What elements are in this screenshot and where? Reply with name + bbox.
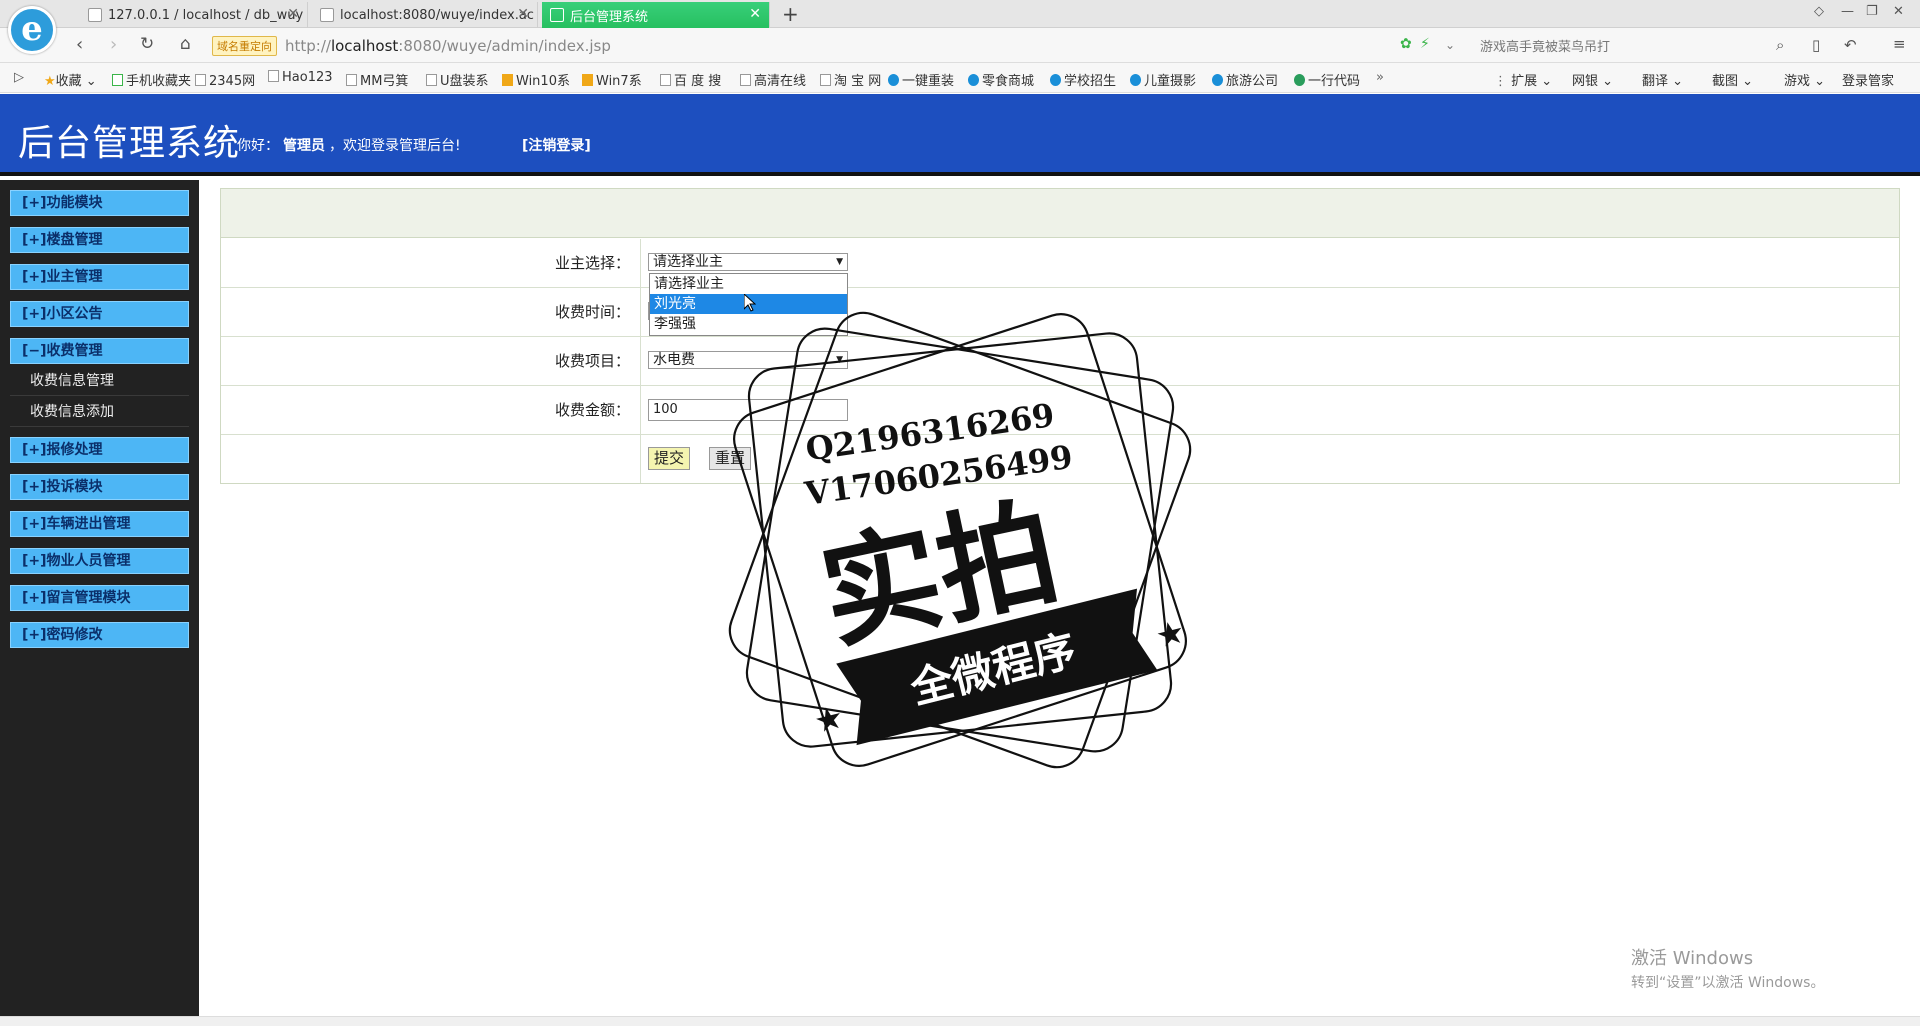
tab-label: 127.0.0.1 / localhost / db_wuy <box>108 7 304 23</box>
bookmark-item[interactable]: ★收藏 ⌄ <box>44 70 97 89</box>
sidebar-item-repairs[interactable]: [+]报修处理 <box>10 437 189 463</box>
close-icon[interactable]: ✕ <box>287 6 299 22</box>
bookmark-icon[interactable]: ▯ <box>1812 36 1820 54</box>
bookmark-item[interactable]: U盘装系 <box>426 70 489 89</box>
sidebar-item-buildings[interactable]: [+]楼盘管理 <box>10 227 189 253</box>
bookmark-item[interactable]: 淘 宝 网 <box>820 70 881 89</box>
redirect-badge: 域名重定向 <box>212 35 277 56</box>
bookmark-item[interactable]: Win7系 <box>582 70 642 89</box>
owner-option[interactable]: 请选择业主 <box>650 274 847 294</box>
tab-phpmyadmin[interactable]: 127.0.0.1 / localhost / db_wuy ✕ <box>80 2 308 28</box>
maximize-icon[interactable]: ❐ <box>1866 4 1878 19</box>
mouse-cursor-icon <box>744 294 756 312</box>
undo-icon[interactable]: ↶ <box>1844 36 1857 54</box>
secure-icon[interactable]: ✿ <box>1400 36 1412 52</box>
url-text: http://localhost:8080/wuye/admin/index.j… <box>285 36 611 55</box>
forward-icon[interactable]: › <box>110 34 117 55</box>
form-header <box>221 189 1899 238</box>
bookmark-item[interactable]: 手机收藏夹 <box>112 70 191 89</box>
logout-link[interactable]: [注销登录] <box>522 135 591 155</box>
buttons-label-cell <box>221 435 641 483</box>
watermark-title: 激活 Windows <box>1631 948 1754 969</box>
owner-label: 业主选择： <box>221 239 641 287</box>
skin-icon[interactable]: ◇ <box>1814 4 1824 19</box>
tab-localhost[interactable]: localhost:8080/wuye/index.ac ✕ <box>312 2 538 28</box>
tool-login-manager[interactable]: 登录管家 <box>1842 70 1894 89</box>
star-icon: ★ <box>1152 612 1189 656</box>
amount-label: 收费金额： <box>221 386 641 434</box>
tool-screenshot[interactable]: 截图 ⌄ <box>1712 70 1753 89</box>
sidebar-item-owners[interactable]: [+]业主管理 <box>10 264 189 290</box>
tab-label: 后台管理系统 <box>570 9 649 25</box>
bookmark-item[interactable]: MM弓箕 <box>346 70 408 89</box>
minimize-icon[interactable]: — <box>1841 4 1854 19</box>
back-icon[interactable]: ‹ <box>76 34 83 55</box>
item-label: 收费项目： <box>221 337 641 385</box>
sidebar-item-notices[interactable]: [+]小区公告 <box>10 301 189 327</box>
more-bookmarks-button[interactable]: » <box>1376 70 1384 85</box>
sidebar-subitem-fee-management[interactable]: 收费信息管理 <box>10 366 189 396</box>
bookmark-item[interactable]: Hao123 <box>268 70 333 85</box>
sidebar-item-password[interactable]: [+]密码修改 <box>10 622 189 648</box>
form-row-owner: 业主选择： 请选择业主 ▼ <box>221 239 1899 288</box>
page-icon <box>550 8 564 22</box>
menu-icon[interactable]: ≡ <box>1893 35 1906 53</box>
address-bar: ‹ › ↻ ⌂ 域名重定向 http://localhost:8080/wuye… <box>0 28 1920 63</box>
chevron-down-icon: ▼ <box>836 257 843 267</box>
sidebar-item-vehicles[interactable]: [+]车辆进出管理 <box>10 511 189 537</box>
tool-translate[interactable]: 翻译 ⌄ <box>1642 70 1683 89</box>
search-icon[interactable]: ⌕ <box>1776 36 1784 54</box>
browser-tab-strip: e 127.0.0.1 / localhost / db_wuy ✕ local… <box>0 0 1920 54</box>
home-icon[interactable]: ⌂ <box>180 34 191 54</box>
submit-button[interactable]: 提交 <box>648 447 691 470</box>
sidebar-item-fees[interactable]: [−]收费管理 <box>10 338 189 364</box>
activation-watermark: 激活 Windows 转到“设置”以激活 Windows。 <box>1631 944 1824 992</box>
bookmark-item[interactable]: 零食商城 <box>968 70 1034 89</box>
bookmark-item[interactable]: 高清在线 <box>740 70 806 89</box>
tool-extensions[interactable]: ⋮ 扩展 ⌄ <box>1494 70 1552 89</box>
bookmark-item[interactable]: 旅游公司 <box>1212 70 1278 89</box>
url-input[interactable]: 域名重定向 http://localhost:8080/wuye/admin/i… <box>212 33 1422 58</box>
close-icon[interactable]: ✕ <box>749 6 761 22</box>
sidebar-item-staff[interactable]: [+]物业人员管理 <box>10 548 189 574</box>
watermark-subtitle: 转到“设置”以激活 Windows。 <box>1631 975 1825 991</box>
sidebar-subitem-fee-add[interactable]: 收费信息添加 <box>10 397 189 427</box>
tab-label: localhost:8080/wuye/index.ac <box>340 7 534 23</box>
owner-select[interactable]: 请选择业主 ▼ <box>648 253 848 271</box>
reload-icon[interactable]: ↻ <box>140 34 154 54</box>
tab-admin[interactable]: 后台管理系统 ✕ <box>542 2 770 28</box>
bookmark-item[interactable]: 百 度 搜 <box>660 70 721 89</box>
expand-icon[interactable]: ▷ <box>14 70 24 85</box>
browser-logo-icon[interactable]: e <box>8 6 56 54</box>
site-title: 后台管理系统 <box>18 123 241 164</box>
new-tab-button[interactable]: + <box>782 2 799 26</box>
tool-bank[interactable]: 网银 ⌄ <box>1572 70 1613 89</box>
bookmark-item[interactable]: Win10系 <box>502 70 570 89</box>
tool-games[interactable]: 游戏 ⌄ <box>1784 70 1825 89</box>
window-close-icon[interactable]: ✕ <box>1893 4 1904 19</box>
bookmark-item[interactable]: 一行代码 <box>1294 70 1360 89</box>
search-input[interactable]: 游戏高手竟被菜鸟吊打 <box>1468 33 1798 58</box>
watermark-stamp: Q2196316269 V17060256499 实拍 全微程序 ★ ★ <box>728 311 1192 769</box>
bookmark-item[interactable]: 2345网 <box>195 70 255 89</box>
sidebar-item-complaints[interactable]: [+]投诉模块 <box>10 474 189 500</box>
sidebar-item-functions[interactable]: [+]功能模块 <box>10 190 189 216</box>
page-icon <box>320 8 334 22</box>
page-header: 后台管理系统 你好： 管理员 ，欢迎登录管理后台! [注销登录] <box>0 94 1920 176</box>
chevron-down-icon[interactable]: ⌄ <box>1445 38 1455 52</box>
time-label: 收费时间： <box>221 288 641 336</box>
bookmarks-bar: ▷ ★收藏 ⌄ 手机收藏夹 2345网 Hao123 MM弓箕 U盘装系 Win… <box>0 63 1920 93</box>
bookmark-item[interactable]: 学校招生 <box>1050 70 1116 89</box>
speed-icon[interactable]: ⚡ <box>1420 36 1430 52</box>
bookmark-item[interactable]: 一键重装 <box>888 70 954 89</box>
bookmark-item[interactable]: 儿童摄影 <box>1130 70 1196 89</box>
pma-icon <box>88 8 102 22</box>
star-icon: ★ <box>810 697 847 741</box>
sidebar: [+]功能模块 [+]楼盘管理 [+]业主管理 [+]小区公告 [−]收费管理 … <box>0 180 199 1020</box>
status-bar <box>0 1016 1920 1026</box>
sidebar-item-messages[interactable]: [+]留言管理模块 <box>10 585 189 611</box>
close-icon[interactable]: ✕ <box>517 6 529 22</box>
greeting: 你好： 管理员 ，欢迎登录管理后台! <box>237 138 461 154</box>
username: 管理员 <box>283 138 325 154</box>
